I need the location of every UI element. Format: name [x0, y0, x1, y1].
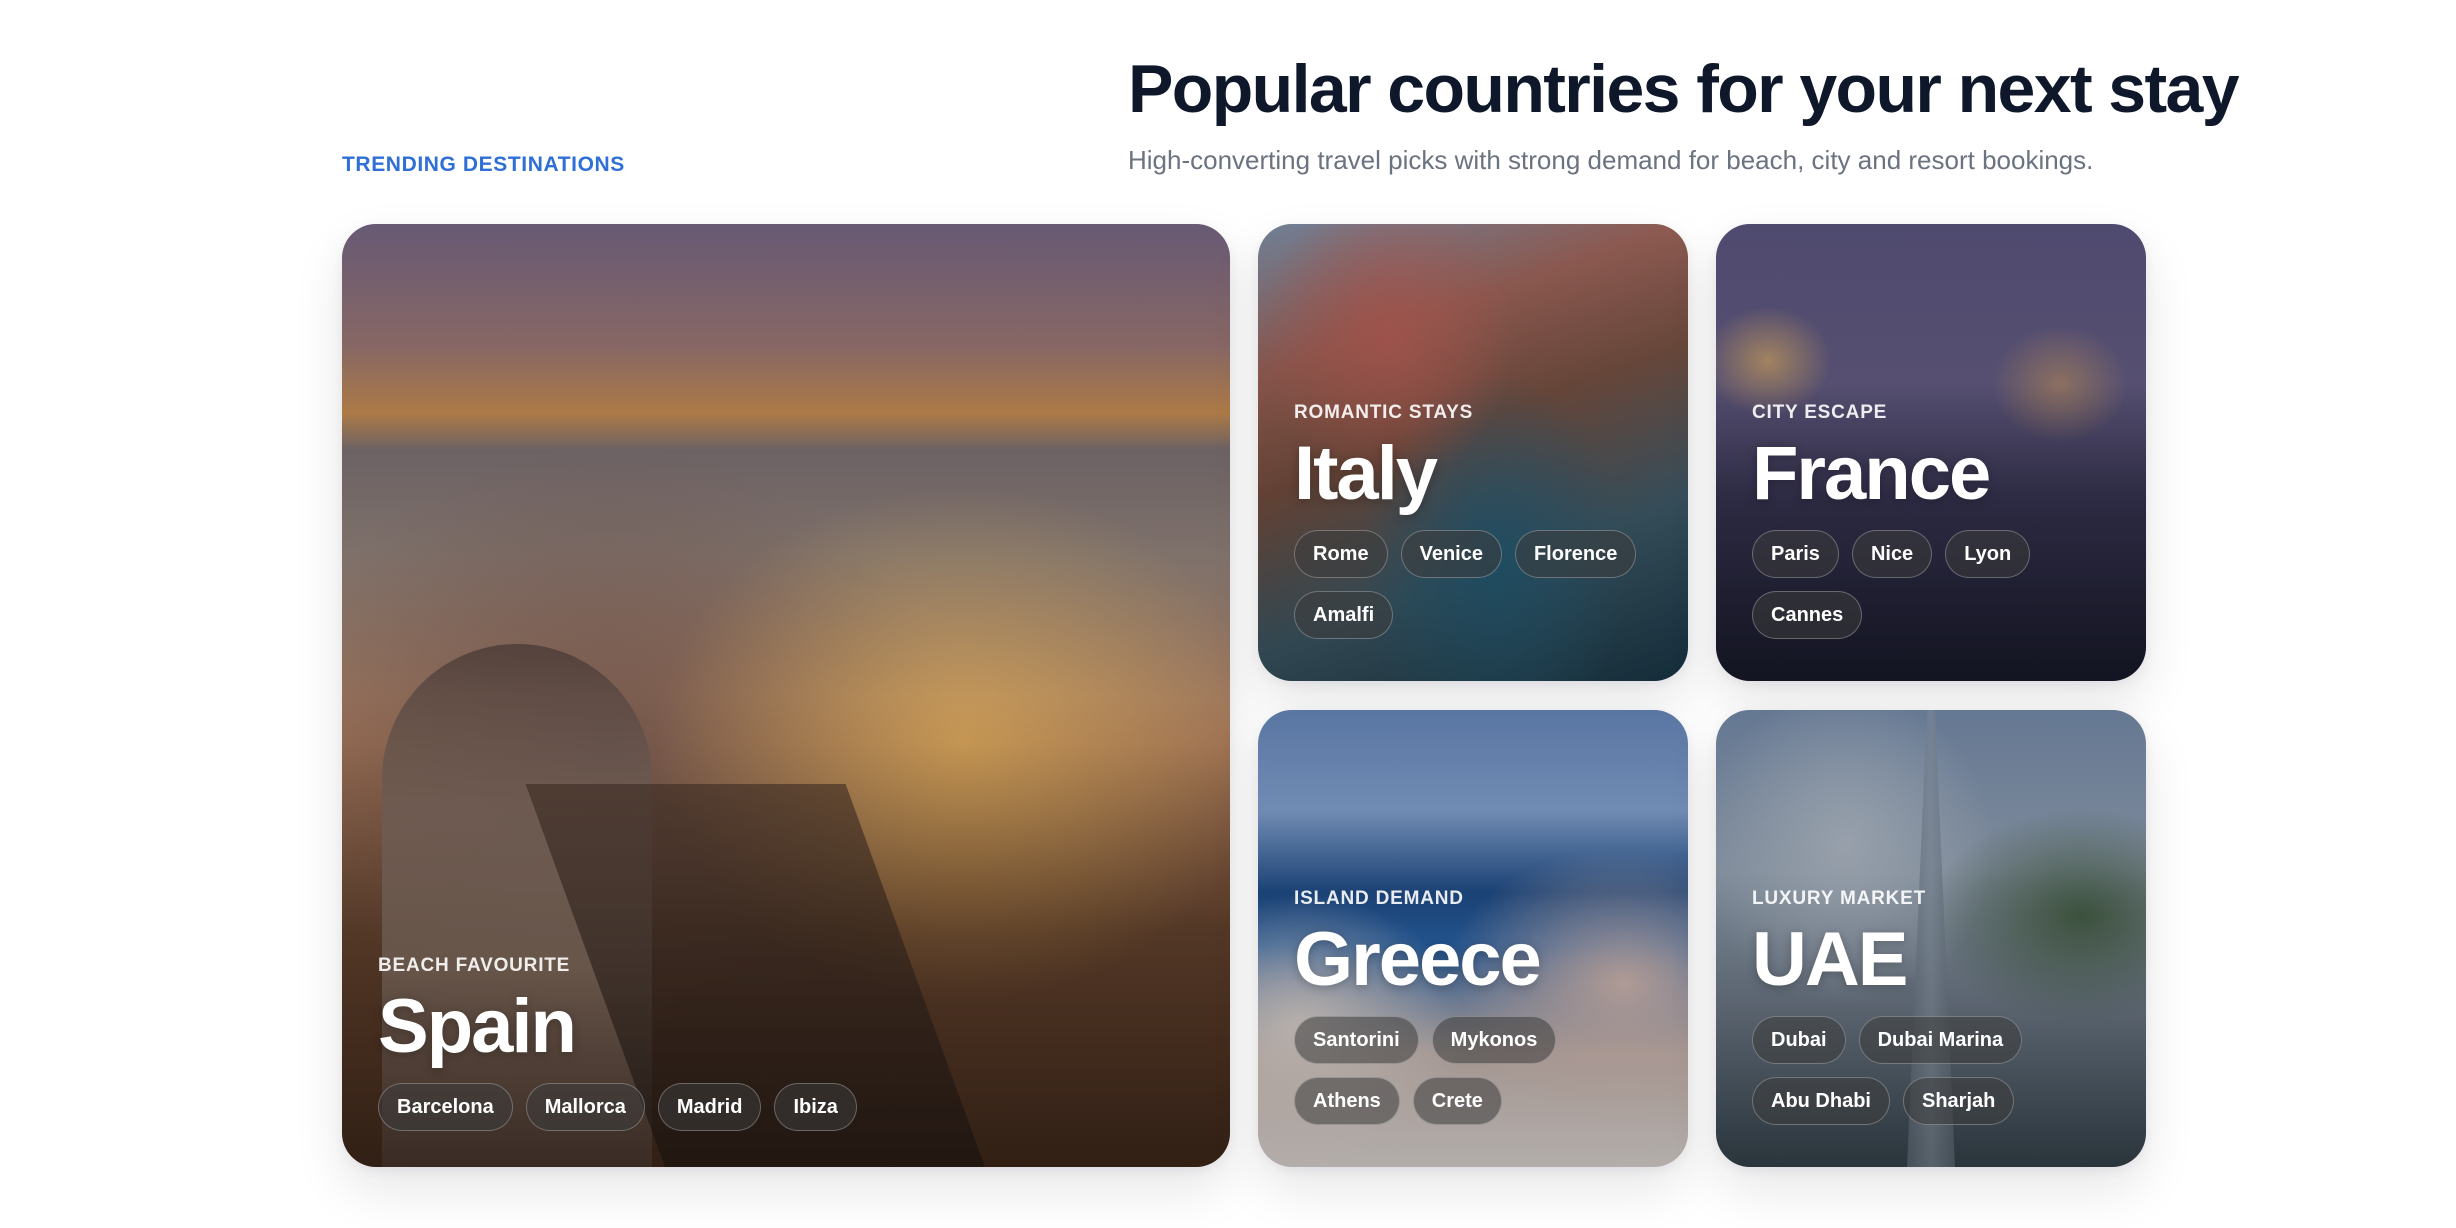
trending-destinations-section: TRENDING DESTINATIONS Popular countries …	[0, 0, 2456, 1228]
section-eyebrow: TRENDING DESTINATIONS	[342, 153, 625, 176]
card-tagline: BEACH FAVOURITE	[378, 955, 571, 976]
card-country-name: Spain	[378, 984, 577, 1069]
card-tagline: CITY ESCAPE	[1752, 402, 1888, 423]
card-content: ROMANTIC STAYS Italy Rome Venice Florenc…	[1294, 402, 1664, 639]
card-country-name: UAE	[1752, 917, 1908, 1002]
city-chip[interactable]: Barcelona	[378, 1083, 513, 1131]
city-chip[interactable]: Mallorca	[525, 1083, 645, 1131]
card-country-name: Greece	[1294, 917, 1542, 1002]
card-tagline: LUXURY MARKET	[1752, 888, 1927, 909]
city-chip[interactable]: Paris	[1752, 530, 1839, 578]
card-content: ISLAND DEMAND Greece Santorini Mykonos A…	[1294, 888, 1664, 1125]
destination-card-greece[interactable]: ISLAND DEMAND Greece Santorini Mykonos A…	[1258, 710, 1688, 1167]
card-country-name: France	[1752, 431, 1991, 516]
city-chip[interactable]: Venice	[1400, 530, 1502, 578]
city-chip[interactable]: Dubai Marina	[1858, 1016, 2023, 1064]
card-content: CITY ESCAPE France Paris Nice Lyon Canne…	[1752, 402, 2122, 639]
destination-card-italy[interactable]: ROMANTIC STAYS Italy Rome Venice Florenc…	[1258, 224, 1688, 681]
city-chip[interactable]: Madrid	[657, 1083, 762, 1131]
destination-card-france[interactable]: CITY ESCAPE France Paris Nice Lyon Canne…	[1716, 224, 2146, 681]
city-chip-list: Paris Nice Lyon Cannes	[1752, 530, 2122, 639]
destination-card-uae[interactable]: LUXURY MARKET UAE Dubai Dubai Marina Abu…	[1716, 710, 2146, 1167]
card-tagline: ISLAND DEMAND	[1294, 888, 1464, 909]
city-chip-list: Rome Venice Florence Amalfi	[1294, 530, 1664, 639]
destination-card-spain[interactable]: BEACH FAVOURITE Spain Barcelona Mallorca…	[342, 224, 1230, 1167]
city-chip[interactable]: Mykonos	[1431, 1016, 1557, 1064]
city-chip[interactable]: Ibiza	[774, 1083, 857, 1131]
city-chip-list: Dubai Dubai Marina Abu Dhabi Sharjah	[1752, 1016, 2122, 1125]
city-chip[interactable]: Nice	[1851, 530, 1933, 578]
city-chip[interactable]: Rome	[1294, 530, 1388, 578]
city-chip[interactable]: Amalfi	[1294, 591, 1394, 639]
card-content: BEACH FAVOURITE Spain Barcelona Mallorca…	[378, 955, 1206, 1131]
city-chip[interactable]: Lyon	[1945, 530, 2031, 578]
city-chip[interactable]: Abu Dhabi	[1752, 1077, 1890, 1125]
card-country-name: Italy	[1294, 431, 1438, 516]
card-content: LUXURY MARKET UAE Dubai Dubai Marina Abu…	[1752, 888, 2122, 1125]
section-title: Popular countries for your next stay	[1128, 51, 2240, 127]
city-chip[interactable]: Florence	[1514, 530, 1637, 578]
city-chip[interactable]: Athens	[1294, 1077, 1400, 1125]
section-subtitle: High-converting travel picks with strong…	[1128, 145, 2094, 175]
city-chip[interactable]: Crete	[1412, 1077, 1502, 1125]
city-chip-list: Barcelona Mallorca Madrid Ibiza	[378, 1083, 1206, 1131]
city-chip[interactable]: Santorini	[1294, 1016, 1419, 1064]
card-tagline: ROMANTIC STAYS	[1294, 402, 1474, 423]
city-chip[interactable]: Cannes	[1752, 591, 1863, 639]
city-chip[interactable]: Dubai	[1752, 1016, 1846, 1064]
city-chip-list: Santorini Mykonos Athens Crete	[1294, 1016, 1664, 1125]
city-chip[interactable]: Sharjah	[1903, 1077, 2015, 1125]
